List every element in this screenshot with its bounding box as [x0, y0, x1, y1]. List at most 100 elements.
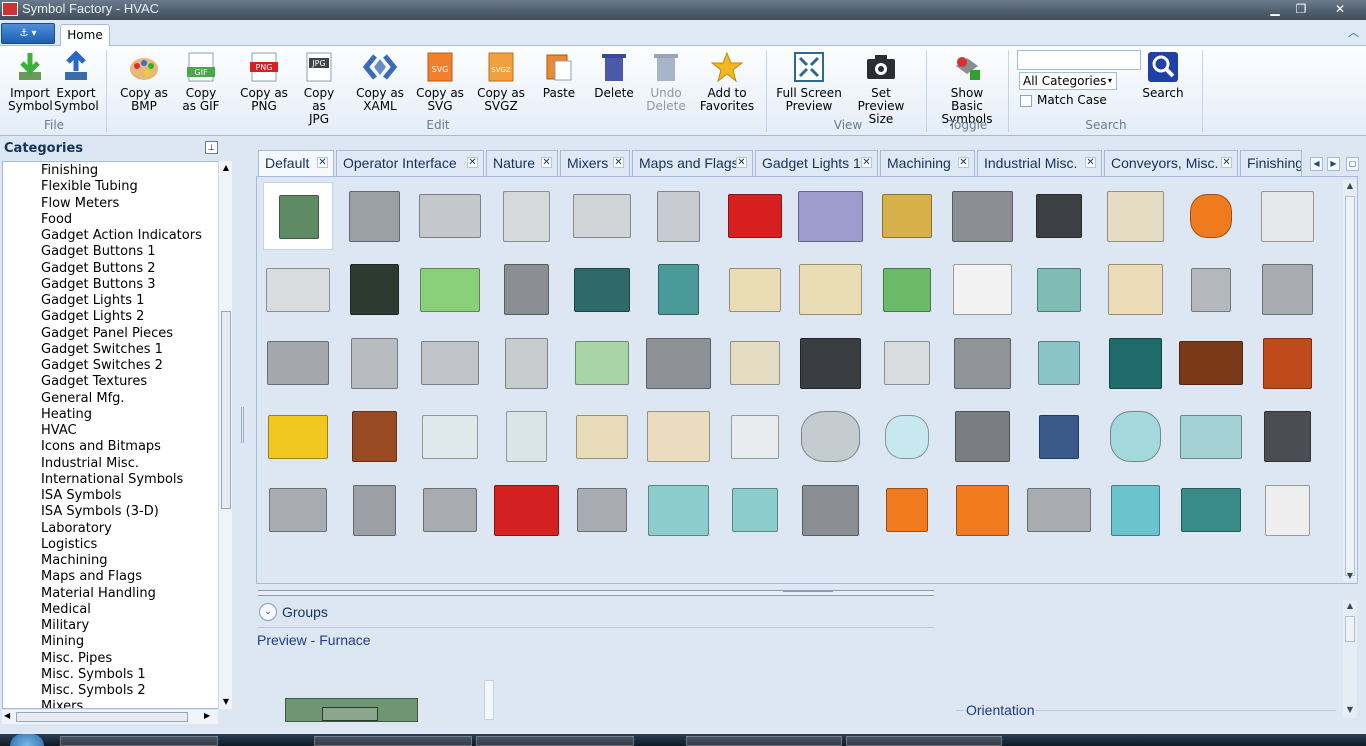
symbol-dark-louver[interactable] [720, 403, 790, 471]
export-symbol-button[interactable]: Export Symbol [54, 50, 99, 113]
close-tab-icon[interactable]: ✕ [317, 157, 328, 168]
symbol-control-panel-dark[interactable] [1024, 182, 1094, 250]
category-item[interactable]: Mining [41, 634, 84, 650]
groups-expand-icon[interactable]: ⌄ [259, 603, 277, 621]
category-item[interactable]: Gadget Lights 2 [41, 309, 144, 325]
symbol-beige-wide[interactable] [796, 256, 866, 324]
category-item[interactable]: Gadget Action Indicators [41, 228, 202, 244]
category-horizontal-scrollbar[interactable]: ◀ ▶ [2, 710, 218, 724]
symbol-gallery[interactable] [256, 176, 1358, 584]
doc-tab[interactable]: Nature ✕ [486, 150, 558, 176]
symbol-dark-column[interactable] [1252, 403, 1322, 471]
category-item[interactable]: Gadget Switches 2 [41, 358, 163, 374]
symbol-dark-grille-box[interactable] [339, 256, 409, 324]
symbol-duct-hood[interactable] [415, 182, 485, 250]
preview-vertical-scrollbar[interactable]: ▲ ▼ [1343, 600, 1357, 718]
category-item[interactable]: Mixers [41, 699, 83, 708]
category-item[interactable]: ISA Symbols (3-D) [41, 504, 159, 520]
category-item[interactable]: Gadget Buttons 2 [41, 261, 156, 277]
symbol-orange-tank[interactable] [1176, 182, 1246, 250]
category-item[interactable]: Maps and Flags [41, 569, 142, 585]
scroll-down-icon[interactable]: ▼ [1343, 704, 1357, 716]
tab-next-icon[interactable]: ▶ [1327, 157, 1340, 171]
symbol-green-panel[interactable] [567, 329, 637, 397]
category-vertical-scrollbar[interactable]: ▲ ▼ [218, 161, 232, 709]
close-tab-icon[interactable]: ✕ [736, 157, 747, 168]
category-item[interactable]: Gadget Switches 1 [41, 342, 163, 358]
splitter-grip[interactable] [241, 407, 244, 443]
symbol-inline-fan[interactable] [948, 403, 1018, 471]
ribbon-collapse-icon[interactable]: ︿ [1348, 24, 1362, 39]
scroll-up-icon[interactable]: ▲ [1343, 600, 1357, 612]
doc-tab[interactable]: Gadget Lights 1 ✕ [755, 150, 878, 176]
preview-splitter[interactable] [484, 680, 494, 720]
symbol-copper-coil[interactable] [339, 403, 409, 471]
import-symbol-button[interactable]: Import Symbol [8, 50, 53, 113]
symbol-ceiling-diffuser[interactable] [339, 329, 409, 397]
symbol-teal-tank[interactable] [1100, 403, 1170, 471]
groups-label[interactable]: Groups [282, 604, 328, 620]
symbol-beige-louver-2[interactable] [644, 403, 714, 471]
tab-prev-icon[interactable]: ◀ [1310, 157, 1323, 171]
symbol-roof-stack[interactable] [415, 329, 485, 397]
copy-svgz-button[interactable]: SVGZ Copy as SVGZ [474, 50, 528, 113]
symbol-green-unit[interactable] [415, 256, 485, 324]
close-tab-icon[interactable]: ✕ [467, 157, 478, 168]
symbol-grille-small[interactable] [415, 550, 485, 583]
category-item[interactable]: Medical [41, 602, 91, 618]
symbol-white-cabinet[interactable] [948, 256, 1018, 324]
tab-home[interactable]: Home [60, 24, 110, 47]
match-case-checkbox[interactable] [1020, 95, 1032, 107]
category-item[interactable]: ISA Symbols [41, 488, 122, 504]
symbol-teal-pipe-fitting[interactable] [1176, 403, 1246, 471]
scroll-right-icon[interactable]: ▶ [204, 711, 210, 720]
scroll-down-icon[interactable]: ▼ [1343, 570, 1357, 582]
symbol-duct-elbow[interactable] [491, 329, 561, 397]
tab-list-icon[interactable]: ▢ [1346, 157, 1359, 171]
scroll-up-icon[interactable]: ▲ [219, 163, 233, 172]
minimize-button[interactable]: ▁ [1262, 1, 1288, 18]
search-button[interactable]: Search [1140, 50, 1186, 100]
symbol-gold-duct[interactable] [872, 182, 942, 250]
symbol-orange-pump[interactable] [948, 476, 1018, 544]
category-item[interactable]: Flexible Tubing [41, 179, 138, 195]
symbol-furnace[interactable] [263, 182, 333, 250]
taskbar-item[interactable] [314, 736, 472, 746]
category-item[interactable]: Flow Meters [41, 196, 119, 212]
symbol-long-grille[interactable] [720, 329, 790, 397]
category-item[interactable]: Gadget Textures [41, 374, 147, 390]
close-tab-icon[interactable]: ✕ [613, 157, 624, 168]
symbol-teal-strip[interactable] [1024, 329, 1094, 397]
symbol-boiler-cylinder[interactable] [415, 476, 485, 544]
symbol-teal-vessel[interactable] [1176, 476, 1246, 544]
symbol-heat-exchanger[interactable] [644, 329, 714, 397]
symbol-white-tower[interactable] [1252, 476, 1322, 544]
symbol-orange-valve[interactable] [872, 476, 942, 544]
symbol-teal-chiller[interactable] [567, 256, 637, 324]
scrollbar-thumb[interactable] [221, 311, 231, 509]
symbol-air-handler-tall[interactable] [644, 182, 714, 250]
category-item[interactable]: Gadget Lights 1 [41, 293, 144, 309]
category-item[interactable]: Material Handling [41, 586, 156, 602]
symbol-roof-fan[interactable] [1252, 256, 1322, 324]
pin-icon[interactable]: ⊥ [205, 141, 218, 154]
doc-tab[interactable]: Maps and Flags ✕ [632, 150, 753, 176]
symbol-teal-hood-workers[interactable] [720, 476, 790, 544]
copy-gif-button[interactable]: GIF Copy as GIF [176, 50, 226, 113]
symbol-valve-pipe[interactable] [948, 329, 1018, 397]
category-item[interactable]: General Mfg. [41, 391, 125, 407]
symbol-window-ac[interactable] [263, 256, 333, 324]
category-item[interactable]: Misc. Symbols 2 [41, 683, 146, 699]
gallery-vertical-scrollbar[interactable]: ▲ ▼ [1343, 180, 1357, 582]
close-tab-icon[interactable]: ✕ [1085, 157, 1096, 168]
category-list[interactable]: Finishing Flexible Tubing Flow Meters Food G… [2, 161, 232, 709]
gallery-preview-splitter[interactable] [258, 590, 934, 596]
copy-svg-button[interactable]: SVG Copy as SVG [414, 50, 466, 113]
symbol-red-hopper[interactable] [491, 476, 561, 544]
copy-bmp-button[interactable]: Copy as BMP [118, 50, 170, 113]
doc-tab[interactable]: Finishing [1240, 150, 1302, 176]
symbol-beige-tall[interactable] [720, 256, 790, 324]
symbol-glass-panel[interactable] [415, 403, 485, 471]
category-item[interactable]: International Symbols [41, 472, 183, 488]
category-item[interactable]: Gadget Panel Pieces [41, 326, 173, 342]
